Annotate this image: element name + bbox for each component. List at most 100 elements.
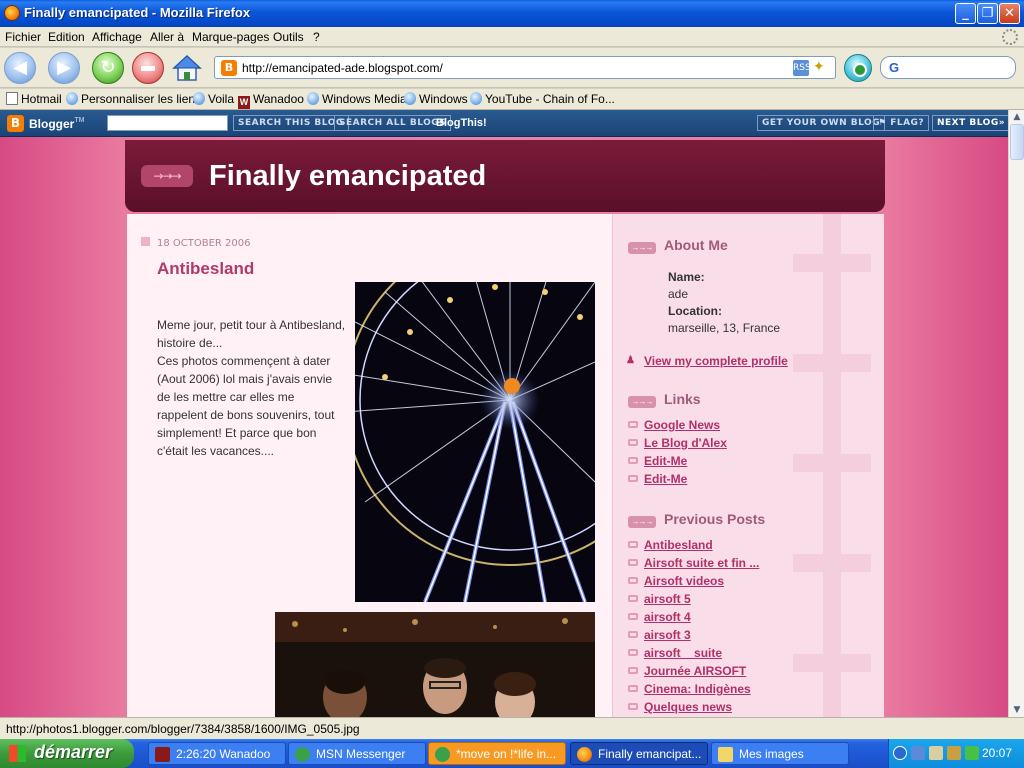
maximize-button[interactable]: ❐	[977, 3, 998, 24]
ferris-wheel-photo[interactable]	[355, 282, 595, 602]
menu-edition[interactable]: Edition	[48, 30, 85, 44]
task-chat-window[interactable]: *move on !*life in...	[428, 742, 566, 765]
link-edit-me-2[interactable]: Edit-Me	[628, 472, 687, 486]
previous-post-link[interactable]: airsoft 3	[628, 628, 691, 642]
search-this-blog-button[interactable]: SEARCH THIS BLOG	[233, 115, 349, 131]
bullet-icon	[628, 475, 638, 482]
blogthis-link[interactable]: BlogThis!	[436, 117, 487, 129]
menu-marque-pages[interactable]: Marque-pages	[192, 30, 269, 44]
bullet-icon	[628, 703, 638, 710]
task-mes-images[interactable]: Mes images	[711, 742, 849, 765]
link-blog-alex[interactable]: Le Blog d'Alex	[628, 436, 727, 450]
page-content[interactable]: B BloggerTM SEARCH THIS BLOG SEARCH ALL …	[0, 110, 1008, 717]
search-all-blogs-button[interactable]: SEARCH ALL BLOGS	[334, 115, 452, 131]
get-your-own-blog-button[interactable]: GET YOUR OWN BLOG	[757, 115, 886, 131]
task-msn-messenger[interactable]: MSN Messenger	[288, 742, 426, 765]
link-text: Antibesland	[644, 538, 713, 552]
menu-help[interactable]: ?	[313, 30, 320, 44]
arrow-icon: →→→	[628, 516, 656, 528]
task-label: 2:26:20 Wanadoo	[176, 747, 271, 761]
globe-icon	[470, 92, 482, 105]
network-icon[interactable]	[911, 746, 925, 760]
url-bar[interactable]: B http://emancipated-ade.blogspot.com/ R…	[214, 56, 836, 79]
menu-affichage[interactable]: Affichage	[92, 30, 142, 44]
menu-fichier[interactable]: Fichier	[5, 30, 41, 44]
window-title: Finally emancipated - Mozilla Firefox	[24, 5, 251, 20]
task-wanadoo[interactable]: 2:26:20 Wanadoo	[148, 742, 286, 765]
title-bar[interactable]: Finally emancipated - Mozilla Firefox _ …	[0, 0, 1024, 27]
go-button[interactable]	[844, 54, 872, 82]
menu-aller-a[interactable]: Aller à	[150, 30, 184, 44]
bookmark-star-icon[interactable]: ✦	[813, 59, 829, 77]
bookmark-wanadoo[interactable]: W Wanadoo	[238, 92, 304, 109]
next-blog-button[interactable]: NEXT BLOG»	[932, 115, 1008, 131]
url-text[interactable]: http://emancipated-ade.blogspot.com/	[242, 61, 443, 75]
volume-icon[interactable]	[947, 746, 961, 760]
home-icon[interactable]	[172, 54, 202, 82]
menu-outils[interactable]: Outils	[273, 30, 304, 44]
bookmark-windows-media[interactable]: Windows Media	[307, 92, 407, 106]
bullet-icon	[628, 685, 638, 692]
scroll-up-arrow-icon[interactable]: ▲	[1011, 111, 1023, 123]
task-label: *move on !*life in...	[456, 747, 557, 761]
blogger-brand[interactable]: BloggerTM	[29, 117, 84, 131]
scroll-down-arrow-icon[interactable]: ▼	[1011, 704, 1023, 716]
friends-photo[interactable]	[275, 612, 595, 717]
blogger-brand-label: Blogger	[29, 117, 75, 131]
previous-post-link[interactable]: Quelques news	[628, 700, 732, 714]
navigation-toolbar: ◀ ▶ ↻ B http://emancipated-ade.blogspot.…	[0, 48, 1024, 88]
link-google-news[interactable]: Google News	[628, 418, 720, 432]
view-profile-link[interactable]: ♟ View my complete profile	[626, 354, 788, 368]
blogger-logo-icon[interactable]: B	[7, 115, 24, 132]
previous-post-link[interactable]: Airsoft suite et fin ...	[628, 556, 760, 570]
blog-title[interactable]: Finally emancipated	[209, 160, 486, 193]
bookmark-windows[interactable]: Windows	[404, 92, 468, 106]
previous-post-link[interactable]: airsoft 4	[628, 610, 691, 624]
links-heading: →→→ Links	[628, 391, 701, 408]
reload-button[interactable]: ↻	[92, 52, 124, 84]
blog-search-input[interactable]	[107, 115, 228, 131]
location-value: marseille, 13, France	[668, 321, 781, 335]
previous-post-link[interactable]: airsoft 5	[628, 592, 691, 606]
previous-posts-heading-text: Previous Posts	[664, 511, 766, 527]
search-input[interactable]: G	[880, 56, 1016, 79]
post-date: 18 OCTOBER 2006	[141, 237, 251, 249]
link-text: airsoft 5	[644, 592, 691, 606]
bookmark-hotmail[interactable]: Hotmail	[6, 92, 62, 106]
tray-expand-icon[interactable]	[893, 746, 907, 760]
rss-feed-icon[interactable]: RSS	[793, 60, 811, 76]
blogger-navbar: B BloggerTM SEARCH THIS BLOG SEARCH ALL …	[0, 110, 1008, 137]
vertical-scrollbar[interactable]: ▲ ▼	[1008, 110, 1024, 717]
media-player-icon[interactable]	[965, 746, 979, 760]
cross-decoration	[793, 254, 871, 272]
bookmark-voila[interactable]: Voila	[193, 92, 234, 106]
task-firefox[interactable]: Finally emancipat...	[570, 742, 708, 765]
status-bar: http://photos1.blogger.com/blogger/7384/…	[0, 717, 1024, 739]
folder-icon	[718, 747, 733, 762]
msn-chat-icon	[435, 747, 450, 762]
start-button[interactable]: démarrer	[0, 739, 134, 768]
forward-button[interactable]: ▶	[48, 52, 80, 84]
bookmark-label: Hotmail	[21, 92, 62, 106]
link-text: Airsoft suite et fin ...	[644, 556, 760, 570]
close-button[interactable]: ✕	[999, 3, 1020, 24]
bookmark-label: Wanadoo	[253, 92, 304, 106]
scrollbar-thumb[interactable]	[1010, 124, 1024, 160]
flag-button[interactable]: ⚑ FLAG?	[873, 115, 930, 131]
previous-post-link[interactable]: airsoft _ suite	[628, 646, 723, 660]
minimize-button[interactable]: _	[955, 3, 976, 24]
previous-post-link[interactable]: Cinema: Indigènes	[628, 682, 751, 696]
post-title[interactable]: Antibesland	[157, 259, 254, 279]
clock: 20:07	[981, 746, 1012, 760]
tray-app-icon[interactable]	[929, 746, 943, 760]
previous-post-link[interactable]: Antibesland	[628, 538, 713, 552]
back-button[interactable]: ◀	[4, 52, 36, 84]
previous-post-link[interactable]: Airsoft videos	[628, 574, 724, 588]
link-edit-me-1[interactable]: Edit-Me	[628, 454, 687, 468]
bookmark-personnaliser[interactable]: Personnaliser les liens	[66, 92, 201, 106]
link-text: airsoft _ suite	[644, 646, 723, 660]
stop-button[interactable]	[132, 52, 164, 84]
bookmark-youtube[interactable]: YouTube - Chain of Fo...	[470, 92, 615, 106]
previous-post-link[interactable]: Journée AIRSOFT	[628, 664, 746, 678]
task-label: MSN Messenger	[316, 747, 406, 761]
